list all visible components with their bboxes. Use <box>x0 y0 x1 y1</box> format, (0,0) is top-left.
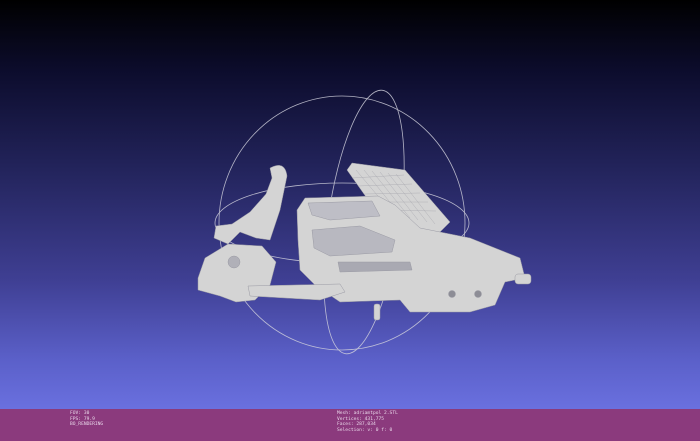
mesh-lever <box>213 165 288 245</box>
status-render-mode: BO_RENDERING <box>70 422 104 428</box>
mesh-model[interactable] <box>197 162 532 321</box>
status-right-column: Mesh: adriamtpol 2.STL Vertices: 431,775… <box>337 411 398 433</box>
status-selection: Selection: v: 0 f: 0 <box>337 427 393 433</box>
mesh-pin-hole-1 <box>448 290 456 298</box>
mesh-pin-hole-2 <box>474 290 482 298</box>
status-left-column: FOV: 30 FPS: 79.9 BO_RENDERING <box>70 411 103 428</box>
mesh-slot <box>337 261 413 273</box>
mesh-small-pin <box>373 303 381 321</box>
mesh-side-pin <box>514 273 532 285</box>
viewport-canvas[interactable] <box>0 0 700 409</box>
mesh-lever-hole <box>227 255 241 269</box>
mesh-rod <box>247 283 346 301</box>
status-bar: FOV: 30 FPS: 79.9 BO_RENDERING Mesh: adr… <box>0 409 700 441</box>
status-mesh-name: Mesh: adriamtpol 2.STL <box>337 411 398 416</box>
3d-viewport[interactable] <box>0 0 700 409</box>
